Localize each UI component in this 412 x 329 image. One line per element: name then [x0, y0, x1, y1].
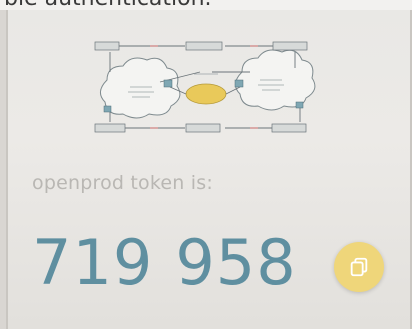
token-code-part-1: 719 — [32, 226, 154, 299]
copy-icon — [350, 257, 368, 277]
token-label: openprod token is: — [32, 172, 213, 194]
left-cloud — [100, 57, 181, 119]
token-card: openprod token is: 719 958 — [6, 10, 412, 329]
page-caption: ble authentication. — [0, 0, 412, 11]
token-code[interactable]: 719 958 — [32, 228, 297, 298]
network-diagram-image — [94, 41, 316, 133]
token-code-part-2: 958 — [175, 226, 297, 299]
copy-button[interactable] — [334, 242, 384, 292]
center-node — [185, 83, 227, 105]
screen: ble authentication. — [0, 0, 412, 329]
